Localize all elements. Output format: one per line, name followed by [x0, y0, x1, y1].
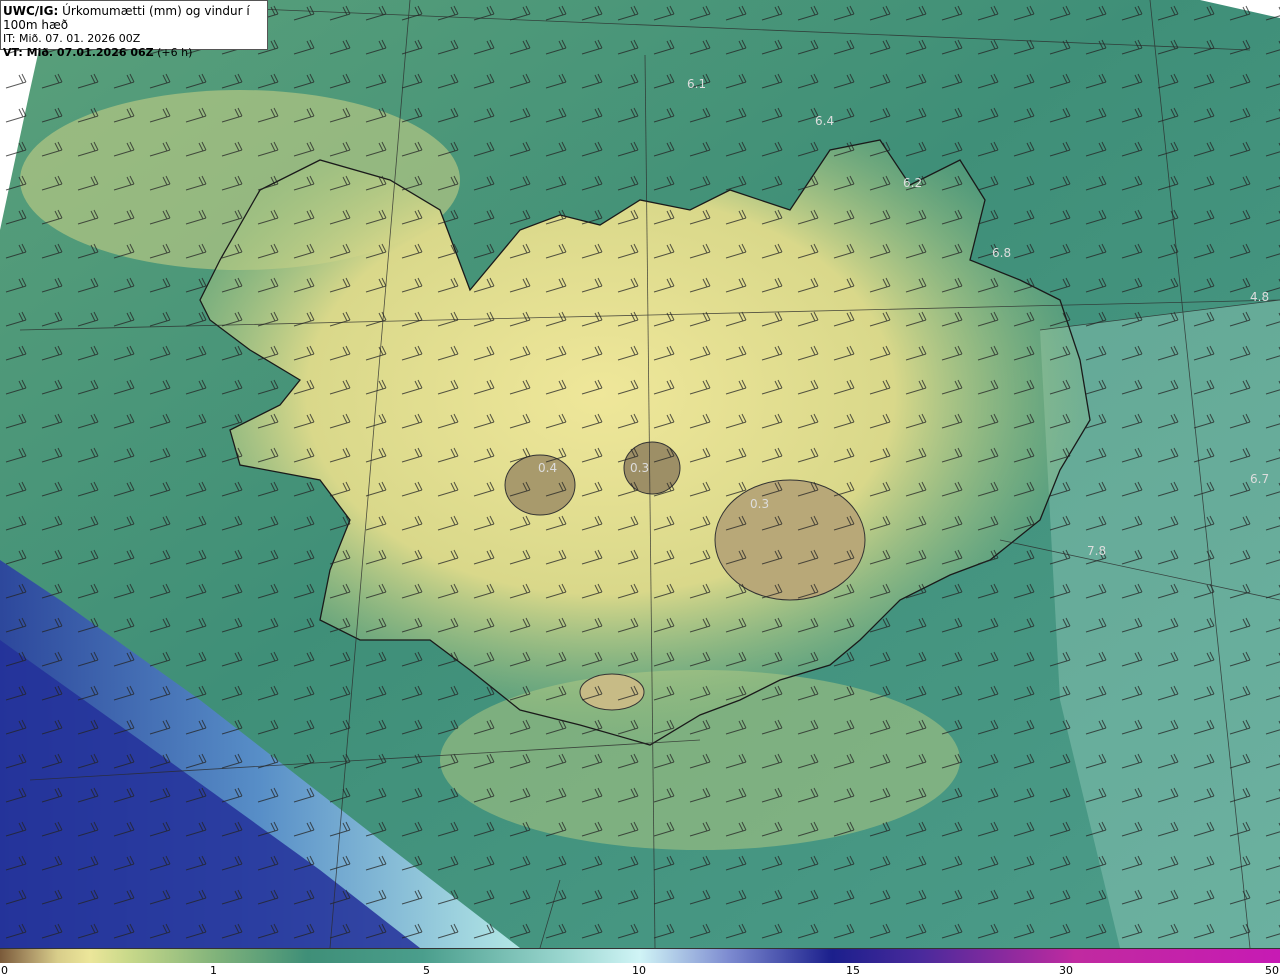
map-label: 6.7	[1250, 472, 1269, 486]
colorbar-tick: 15	[846, 964, 860, 977]
valid-time-offset: (+6 h)	[157, 46, 193, 59]
precipitation-wind-map: 6.1 6.4 6.2 6.8 4.8 0.4 0.3 0.3 6.7 7.8	[0, 0, 1280, 948]
map-label: 6.4	[815, 114, 834, 128]
colorbar-tick: 1	[210, 964, 217, 977]
map-label: 0.3	[630, 461, 649, 475]
map-label: 6.8	[992, 246, 1011, 260]
colorbar-ticks: 0 1 5 10 15 30 50	[0, 962, 1280, 978]
colorbar-tick: 10	[632, 964, 646, 977]
initial-time: IT: Mið. 07. 01. 2026 00Z	[3, 32, 141, 45]
map-label: 6.2	[903, 176, 922, 190]
map-title: UWC/IG: Úrkomumætti (mm) og vindur í 100…	[3, 4, 267, 32]
map-label: 6.1	[687, 77, 706, 91]
colorbar-tick: 5	[423, 964, 430, 977]
map-label: 7.8	[1087, 544, 1106, 558]
map-info-box: UWC/IG: Úrkomumætti (mm) og vindur í 100…	[0, 0, 268, 59]
valid-time-label: VT: Mið. 07.01.2026 06Z	[3, 46, 154, 59]
map-label: 0.4	[538, 461, 557, 475]
precip-colorbar	[0, 948, 1280, 963]
title-prefix: UWC/IG:	[3, 4, 59, 18]
colorbar-tick: 50	[1265, 964, 1279, 977]
valid-time: VT: Mið. 07.01.2026 06Z (+6 h)	[3, 46, 267, 60]
map-label: 4.8	[1250, 290, 1269, 304]
map-label: 0.3	[750, 497, 769, 511]
colorbar-tick: 0	[1, 964, 8, 977]
colorbar-tick: 30	[1059, 964, 1073, 977]
